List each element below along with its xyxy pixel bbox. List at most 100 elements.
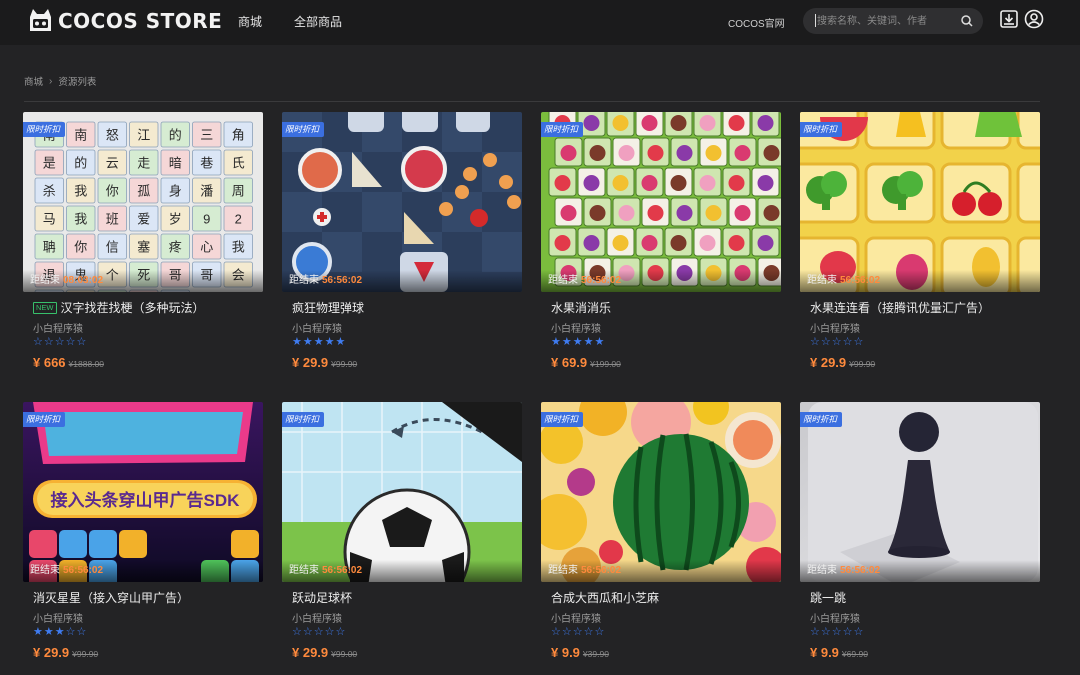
cocos-official-link[interactable]: COCOS官网 <box>728 15 785 30</box>
countdown-label: 距结束 <box>30 275 60 286</box>
price-current: ¥ 29.9 <box>292 355 329 370</box>
fruit-icon <box>705 205 722 221</box>
hanzi-character: 云 <box>106 156 119 171</box>
countdown-bar: 距结束 08:03:02 <box>23 270 263 292</box>
product-title[interactable]: 跳一跳 <box>810 589 846 606</box>
product-card[interactable]: 限时折扣 距结束 56:56:02 跃动足球杯 小白程序猿 ☆☆☆☆☆ ¥ 29.… <box>282 402 522 662</box>
product-thumbnail[interactable]: 限时折扣 距结束 56:56:02 <box>541 112 781 292</box>
product-thumbnail[interactable]: 接入头条穿山甲广告SDK 限时折扣 距结束 56:56:02 <box>23 402 263 582</box>
fruit-icon <box>647 145 664 161</box>
countdown-time: 56:56:02 <box>840 565 881 576</box>
product-thumbnail[interactable]: 限时折扣 距结束 56:56:02 <box>282 112 522 292</box>
fruit-icon <box>757 235 774 251</box>
product-author[interactable]: 小白程序猿 <box>551 610 601 625</box>
product-author[interactable]: 小白程序猿 <box>292 320 342 335</box>
countdown-bar: 距结束 56:56:02 <box>282 560 522 582</box>
hanzi-character: 马 <box>43 212 56 227</box>
product-card[interactable]: 限时折扣 距结束 56:56:02 水果消消乐 小白程序猿 ★★★★★ ¥ 69.… <box>541 112 781 372</box>
countdown-bar: 距结束 56:56:02 <box>282 270 522 292</box>
product-card[interactable]: 限时折扣 距结束 56:56:02 跳一跳 小白程序猿 ☆☆☆☆☆ ¥ 9.9 ¥6… <box>800 402 1040 662</box>
hanzi-character: 班 <box>106 212 119 227</box>
star-rating: ☆☆☆☆☆ <box>33 336 88 348</box>
product-author[interactable]: 小白程序猿 <box>551 320 601 335</box>
nav-all-products[interactable]: 全部商品 <box>294 13 342 30</box>
price-current: ¥ 9.9 <box>810 645 839 660</box>
product-title[interactable]: 合成大西瓜和小芝麻 <box>551 589 659 606</box>
nav-store[interactable]: 商城 <box>238 13 262 30</box>
hanzi-character: 暗 <box>169 156 182 171</box>
countdown-bar: 距结束 56:56:02 <box>541 560 781 582</box>
hanzi-character: 9 <box>203 212 210 227</box>
discount-badge: 限时折扣 <box>800 412 843 427</box>
product-author[interactable]: 小白程序猿 <box>292 610 342 625</box>
search-input[interactable] <box>803 8 983 34</box>
hanzi-game-thumbnail: 南南怒江的三角是的云走暗巷氏杀我你孤身潘周马我班爱岁92聃你信塞疼心我退鬼个死哥… <box>23 112 263 292</box>
price-original: ¥39.90 <box>582 649 609 659</box>
product-card[interactable]: 南南怒江的三角是的云走暗巷氏杀我你孤身潘周马我班爱岁92聃你信塞疼心我退鬼个死哥… <box>23 112 263 372</box>
price-original: ¥1888.00 <box>68 359 104 369</box>
price-current: ¥ 666 <box>33 355 66 370</box>
hanzi-character: 你 <box>74 240 87 255</box>
countdown-label: 距结束 <box>807 565 837 576</box>
search-icon[interactable] <box>960 14 974 28</box>
hanzi-character: 周 <box>232 184 245 199</box>
fruit-icon <box>757 175 774 191</box>
download-icon[interactable] <box>999 9 1019 29</box>
fruit-icon <box>734 205 751 221</box>
fruit-icon <box>583 175 600 191</box>
product-thumbnail[interactable]: 限时折扣 距结束 56:56:02 <box>282 402 522 582</box>
product-author[interactable]: 小白程序猿 <box>810 320 860 335</box>
product-card[interactable]: 限时折扣 距结束 56:56:02 水果连连看（接腾讯优量汇广告） 小白程序猿 ☆… <box>800 112 1040 372</box>
product-title[interactable]: 疯狂物理弹球 <box>292 299 364 316</box>
cocos-store-logo[interactable]: COCOS STORE <box>27 6 222 36</box>
price-original: ¥99.90 <box>331 359 358 369</box>
fruit-icon <box>763 145 780 161</box>
countdown-time: 56:56:02 <box>840 275 881 286</box>
star-rating: ☆☆☆☆☆ <box>810 626 865 638</box>
product-card[interactable]: 接入头条穿山甲广告SDK 限时折扣 距结束 56:56:02 消灭星星（接入穿山甲… <box>23 402 263 662</box>
breadcrumb-home[interactable]: 商城 <box>24 74 43 88</box>
hanzi-character: 潘 <box>200 184 213 199</box>
countdown-label: 距结束 <box>548 565 578 576</box>
fruit-icon <box>560 205 577 221</box>
countdown-time: 08:03:02 <box>63 275 104 286</box>
price: ¥ 666 ¥1888.00 <box>33 355 104 370</box>
fruit-icon <box>705 145 722 161</box>
countdown-label: 距结束 <box>548 275 578 286</box>
product-thumbnail[interactable]: 限时折扣 距结束 56:56:02 <box>800 402 1040 582</box>
fruit-icon <box>676 205 693 221</box>
countdown-label: 距结束 <box>289 565 319 576</box>
fruit-match-thumbnail <box>541 112 781 292</box>
fruit-icon <box>612 175 629 191</box>
hanzi-character: 走 <box>137 156 150 171</box>
product-thumbnail[interactable]: 限时折扣 距结束 56:56:02 <box>800 112 1040 292</box>
product-title[interactable]: 消灭星星（接入穿山甲广告） <box>33 589 189 606</box>
price-current: ¥ 29.9 <box>292 645 329 660</box>
product-title[interactable]: 水果消消乐 <box>551 299 611 316</box>
product-title[interactable]: 水果连连看（接腾讯优量汇广告） <box>810 299 990 316</box>
fruit-link-thumbnail <box>800 112 1040 292</box>
product-author[interactable]: 小白程序猿 <box>810 610 860 625</box>
product-title[interactable]: NEW 汉字找茬找梗（多种玩法） <box>33 299 205 316</box>
breadcrumb-current: 资源列表 <box>58 77 97 88</box>
hanzi-character: 怒 <box>106 128 119 143</box>
fruit-icon <box>641 175 658 191</box>
product-thumbnail[interactable]: 南南怒江的三角是的云走暗巷氏杀我你孤身潘周马我班爱岁92聃你信塞疼心我退鬼个死哥… <box>23 112 263 292</box>
countdown-bar: 距结束 56:56:02 <box>541 270 781 292</box>
hanzi-character: 南 <box>74 128 87 143</box>
product-author[interactable]: 小白程序猿 <box>33 320 83 335</box>
fruit-icon <box>612 235 629 251</box>
hanzi-character: 我 <box>74 184 87 199</box>
jump-game-thumbnail <box>800 402 1040 582</box>
product-author[interactable]: 小白程序猿 <box>33 610 83 625</box>
user-account-icon[interactable] <box>1024 9 1044 29</box>
product-card[interactable]: 限时折扣 距结束 56:56:02 疯狂物理弹球 小白程序猿 ★★★★★ ¥ 29… <box>282 112 522 372</box>
price: ¥ 29.9 ¥99.90 <box>292 355 357 370</box>
hanzi-character: 的 <box>74 156 87 171</box>
product-title[interactable]: 跃动足球杯 <box>292 589 352 606</box>
product-card[interactable]: 限时折扣 距结束 56:56:02 合成大西瓜和小芝麻 小白程序猿 ☆☆☆☆☆ ¥… <box>541 402 781 662</box>
fruit-icon <box>676 145 693 161</box>
breadcrumb: 商城 › 资源列表 <box>24 74 97 89</box>
fruit-icon <box>589 205 606 221</box>
product-thumbnail[interactable]: 限时折扣 距结束 56:56:02 <box>541 402 781 582</box>
